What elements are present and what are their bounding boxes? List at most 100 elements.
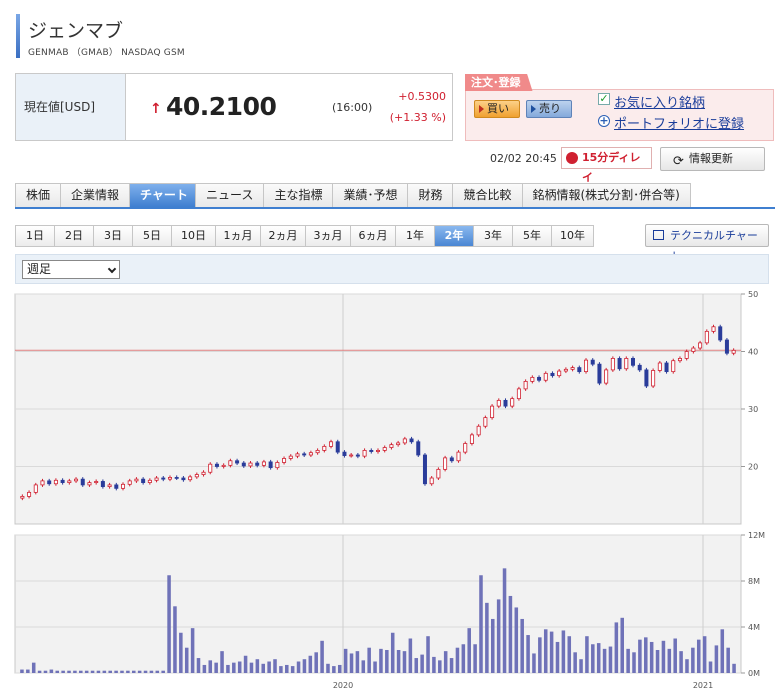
candle-up	[121, 483, 126, 489]
candle-up	[201, 471, 206, 475]
volume-bar	[708, 661, 713, 673]
volume-bar	[449, 658, 454, 673]
volume-bar	[332, 666, 336, 673]
candle-up	[704, 330, 709, 344]
volume-bar	[390, 632, 395, 673]
volume-bar	[232, 662, 236, 673]
volume-bar	[314, 652, 318, 673]
candle-up	[543, 372, 548, 381]
volume-bar	[508, 595, 513, 673]
volume-bar	[655, 650, 660, 673]
candle-up	[315, 449, 320, 454]
candle-down	[174, 477, 179, 479]
candle-up	[94, 481, 99, 484]
volume-bar	[249, 662, 254, 673]
candle-up	[677, 357, 682, 362]
volume-bar	[402, 651, 407, 673]
candle-up	[436, 468, 441, 479]
candle-up	[490, 405, 495, 419]
volume-bar	[561, 630, 566, 673]
volume-bar	[585, 636, 589, 673]
volume-bar	[79, 670, 83, 673]
volume-bar	[602, 648, 607, 673]
charts-svg: 50 40 30 20 12M 8M 4M 0M 2020 2021	[14, 290, 765, 690]
candle-up	[443, 457, 448, 470]
price-y-tick-label: 40	[748, 348, 758, 357]
candle-up	[604, 369, 609, 384]
volume-bar	[173, 606, 177, 673]
volume-bar	[644, 637, 648, 673]
volume-bar	[361, 660, 366, 673]
volume-bar	[155, 670, 160, 673]
volume-bar	[408, 638, 413, 673]
candle-up	[127, 480, 132, 485]
volume-bar	[367, 647, 371, 673]
candle-down	[590, 359, 595, 365]
volume-bar	[55, 670, 60, 673]
candle-down	[369, 449, 374, 452]
candle-up	[657, 362, 662, 371]
volume-bar	[143, 670, 148, 673]
candle-down	[355, 454, 360, 457]
candle-up	[483, 417, 488, 427]
candle-down	[241, 462, 246, 467]
candle-down	[181, 477, 186, 481]
volume-bar	[214, 662, 218, 673]
volume-bar	[26, 669, 30, 673]
volume-bar	[732, 663, 736, 673]
price-chart: 50 40 30 20	[14, 290, 758, 525]
volume-y-tick-label: 12M	[748, 531, 765, 540]
candle-up	[154, 477, 159, 481]
volume-bar	[543, 629, 548, 673]
volume-bar	[61, 670, 65, 673]
volume-bar	[296, 661, 301, 673]
volume-bar	[326, 663, 330, 673]
candle-up	[624, 357, 629, 370]
volume-y-tick-label: 4M	[748, 623, 760, 632]
candle-up	[134, 478, 139, 482]
candle-down	[577, 367, 582, 373]
volume-bar	[379, 648, 383, 673]
candle-down	[449, 457, 454, 462]
volume-bar	[267, 661, 271, 673]
volume-bar	[226, 664, 230, 673]
volume-bar	[320, 640, 324, 673]
candle-up	[221, 464, 226, 467]
volume-bar	[385, 650, 389, 673]
volume-bar	[614, 622, 619, 673]
volume-bar	[626, 648, 630, 673]
candle-down	[503, 399, 508, 407]
volume-bar	[567, 636, 572, 673]
candle-up	[671, 360, 676, 373]
volume-bar	[208, 660, 213, 673]
volume-bar	[349, 653, 354, 673]
candle-up	[711, 326, 716, 332]
volume-bar	[726, 647, 730, 673]
volume-bar	[273, 659, 277, 673]
volume-bar	[461, 644, 466, 673]
candle-up	[375, 449, 380, 452]
candle-up	[523, 380, 528, 390]
volume-bar	[532, 653, 536, 673]
volume-bar	[438, 660, 442, 673]
candle-up	[20, 495, 25, 499]
volume-bar	[31, 662, 36, 673]
candle-up	[698, 342, 703, 349]
volume-bar	[673, 638, 677, 673]
candle-down	[537, 376, 542, 381]
candle-down	[550, 372, 555, 377]
volume-bar	[261, 663, 266, 673]
volume-bar	[714, 645, 719, 673]
volume-bar	[514, 607, 519, 673]
volume-bar	[126, 670, 130, 673]
volume-bar	[243, 655, 248, 673]
volume-bar	[685, 659, 689, 673]
candle-up	[282, 458, 287, 463]
candle-up	[74, 478, 79, 482]
volume-bar	[426, 636, 430, 673]
candle-down	[724, 339, 729, 354]
candle-down	[617, 357, 622, 370]
candle-up	[261, 461, 266, 466]
volume-bar	[20, 669, 24, 673]
volume-bar	[179, 632, 183, 673]
